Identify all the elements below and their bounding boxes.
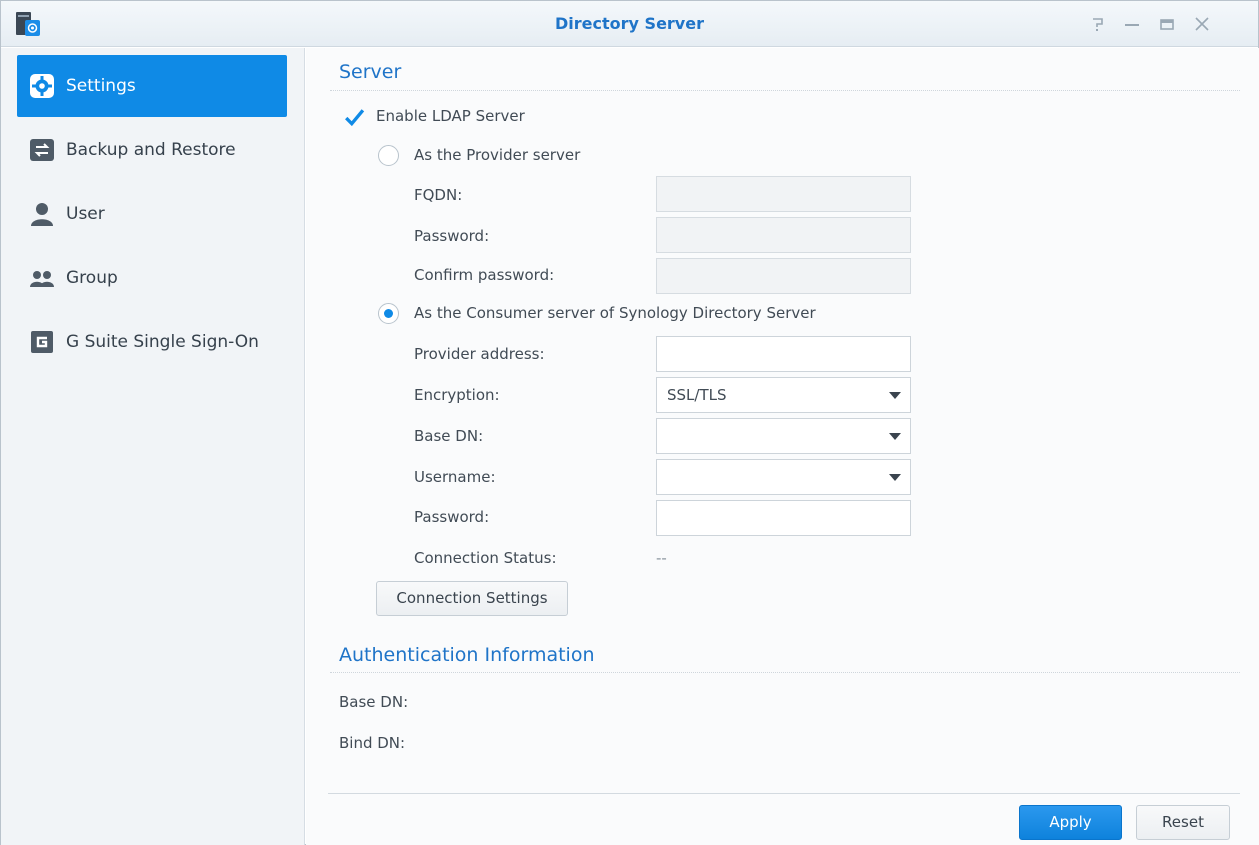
footer-divider — [328, 793, 1240, 794]
enable-ldap-checkbox[interactable] — [343, 107, 365, 127]
sidebar-item-settings[interactable]: Settings — [17, 55, 287, 117]
username-select[interactable] — [656, 459, 911, 495]
group-icon — [28, 264, 56, 292]
window-title: Directory Server — [555, 14, 704, 33]
settings-panel: Server Enable LDAP Server As the Provide… — [306, 48, 1259, 845]
apply-button[interactable]: Apply — [1019, 805, 1122, 840]
sidebar-item-label: Settings — [66, 76, 136, 96]
encryption-value: SSL/TLS — [667, 386, 727, 404]
close-icon — [1195, 17, 1209, 31]
auth-section-title: Authentication Information — [339, 644, 595, 666]
provider-server-label[interactable]: As the Provider server — [414, 146, 580, 164]
fqdn-field[interactable] — [656, 176, 911, 212]
fqdn-label: FQDN: — [414, 186, 463, 204]
section-divider — [330, 672, 1240, 673]
sidebar-item-group[interactable]: Group — [17, 247, 287, 309]
encryption-select[interactable]: SSL/TLS — [656, 377, 911, 413]
sidebar-item-label: G Suite Single Sign-On — [66, 332, 259, 352]
minimize-icon — [1125, 24, 1139, 26]
gear-icon — [28, 72, 56, 100]
confirm-password-field[interactable] — [656, 258, 911, 294]
consumer-password-field[interactable] — [656, 500, 911, 536]
sidebar-item-user[interactable]: User — [17, 183, 287, 245]
consumer-server-radio[interactable] — [378, 303, 399, 324]
help-icon — [1093, 18, 1103, 31]
auth-base-dn-label: Base DN: — [339, 693, 409, 711]
reset-button[interactable]: Reset — [1136, 805, 1230, 840]
chevron-down-icon — [889, 392, 901, 399]
backup-restore-icon — [28, 136, 56, 164]
connection-settings-button[interactable]: Connection Settings — [376, 581, 568, 616]
provider-server-radio[interactable] — [378, 145, 399, 166]
consumer-password-label: Password: — [414, 508, 490, 526]
minimize-button[interactable] — [1122, 14, 1142, 34]
confirm-password-label: Confirm password: — [414, 266, 555, 284]
username-label: Username: — [414, 468, 496, 486]
section-divider — [330, 90, 1240, 91]
encryption-label: Encryption: — [414, 386, 500, 404]
provider-address-field[interactable] — [656, 336, 911, 372]
provider-password-field[interactable] — [656, 217, 911, 253]
help-button[interactable] — [1088, 14, 1108, 34]
server-section-title: Server — [339, 61, 402, 83]
maximize-button[interactable] — [1157, 14, 1177, 34]
directory-server-window: Directory Server Settings Backup and Res… — [0, 0, 1259, 845]
base-dn-select[interactable] — [656, 418, 911, 454]
consumer-server-label[interactable]: As the Consumer server of Synology Direc… — [414, 304, 816, 322]
sidebar-item-label: Backup and Restore — [66, 140, 236, 160]
connection-status-value: -- — [656, 549, 667, 567]
sidebar-item-label: Group — [66, 268, 118, 288]
g-suite-icon — [28, 328, 56, 356]
chevron-down-icon — [889, 474, 901, 481]
maximize-icon — [1160, 19, 1174, 30]
sidebar-item-label: User — [66, 204, 105, 224]
connection-status-label: Connection Status: — [414, 549, 557, 567]
user-icon — [28, 200, 56, 228]
auth-bind-dn-label: Bind DN: — [339, 734, 406, 752]
chevron-down-icon — [889, 433, 901, 440]
sidebar-item-backup-and-restore[interactable]: Backup and Restore — [17, 119, 287, 181]
base-dn-label: Base DN: — [414, 427, 484, 445]
close-button[interactable] — [1192, 14, 1212, 34]
sidebar-item-g-suite-single-sign-on[interactable]: G Suite Single Sign-On — [17, 311, 287, 373]
provider-address-label: Provider address: — [414, 345, 545, 363]
provider-password-label: Password: — [414, 227, 490, 245]
enable-ldap-label[interactable]: Enable LDAP Server — [376, 107, 525, 125]
title-bar[interactable]: Directory Server — [1, 1, 1258, 47]
sidebar: Settings Backup and Restore User Group G… — [1, 48, 305, 845]
